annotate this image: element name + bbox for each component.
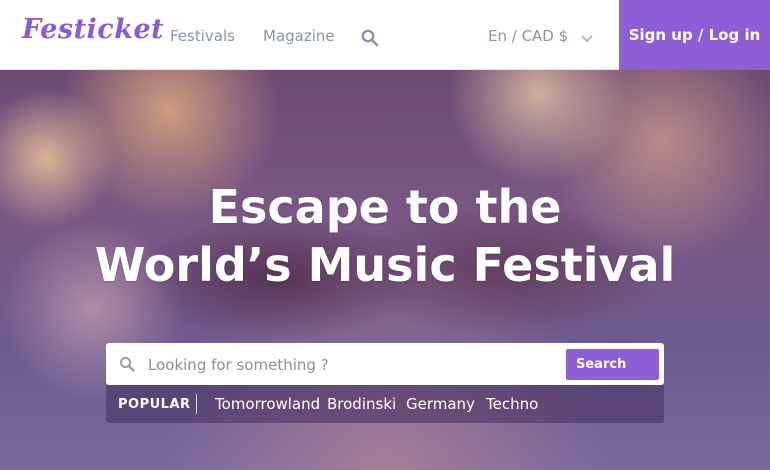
popular-label: POPULAR bbox=[118, 397, 191, 412]
nav-magazine[interactable]: Magazine bbox=[263, 27, 335, 45]
search-input[interactable] bbox=[146, 349, 565, 381]
nav-festivals[interactable]: Festivals bbox=[170, 27, 235, 45]
popular-tag-germany[interactable]: Germany bbox=[406, 395, 475, 413]
chevron-down-icon[interactable] bbox=[580, 30, 594, 43]
festicket-logo[interactable]: Festicket bbox=[22, 14, 164, 45]
search-icon[interactable] bbox=[361, 29, 379, 47]
popular-tag-tomorrowland[interactable]: Tomorrowland bbox=[215, 395, 320, 413]
hero-title-line2: World’s Music Festival bbox=[94, 238, 676, 292]
search-icon bbox=[119, 356, 135, 372]
popular-tag-techno[interactable]: Techno bbox=[486, 395, 538, 413]
site-header: Festicket Festivals Magazine En / CAD $ … bbox=[0, 0, 770, 70]
popular-searches-bar: POPULAR Tomorrowland Brodinski Germany T… bbox=[106, 385, 664, 423]
divider bbox=[196, 394, 197, 414]
hero-search-box: Search bbox=[106, 343, 664, 385]
hero-banner: Escape to the World’s Music Festival Sea… bbox=[0, 70, 770, 470]
hero-title: Escape to the World’s Music Festival bbox=[0, 178, 770, 294]
popular-tag-brodinski[interactable]: Brodinski bbox=[327, 395, 396, 413]
search-button[interactable]: Search bbox=[566, 349, 659, 380]
hero-title-line1: Escape to the bbox=[208, 180, 562, 234]
language-currency-selector[interactable]: En / CAD $ bbox=[488, 27, 568, 45]
signup-login-button[interactable]: Sign up / Log in bbox=[619, 0, 770, 70]
